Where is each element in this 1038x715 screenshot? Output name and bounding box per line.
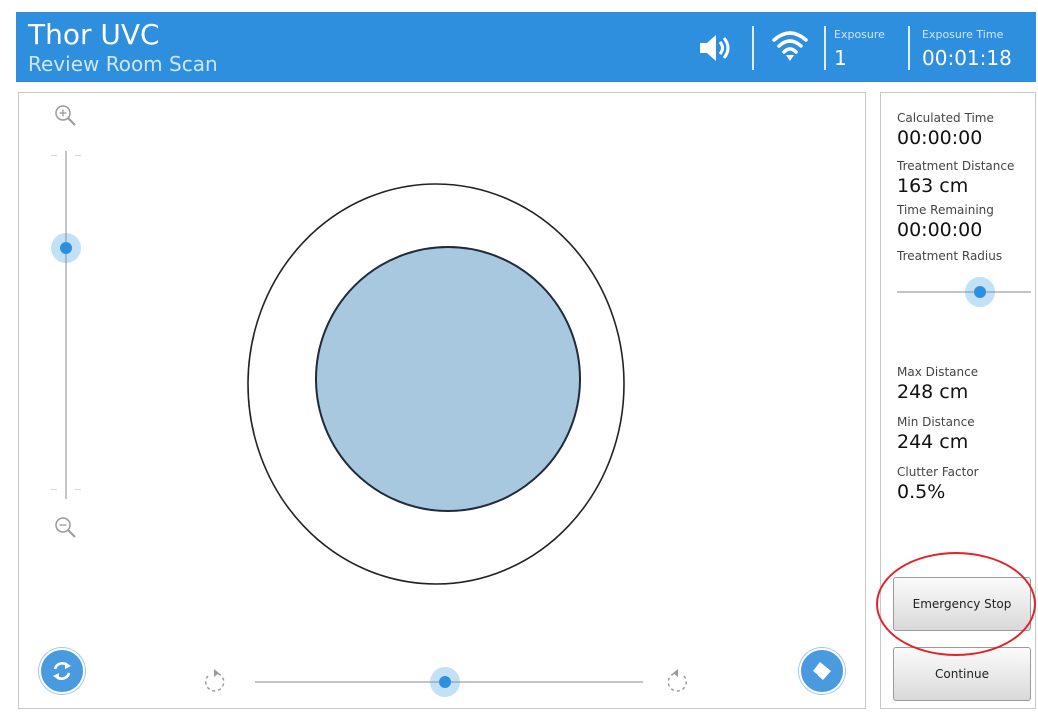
exposure-time-label: Exposure Time (922, 28, 1004, 41)
zoom-tick (51, 155, 57, 156)
exposure-time-value: 00:01:18 (922, 46, 1012, 70)
refresh-icon (53, 662, 71, 680)
zoom-tick (75, 155, 81, 156)
rotate-right-icon[interactable] (663, 667, 693, 697)
zoom-tick (51, 489, 57, 490)
header-divider (908, 26, 910, 70)
min-distance-label: Min Distance (897, 415, 975, 429)
time-remaining-label: Time Remaining (897, 203, 994, 217)
header-divider (824, 26, 826, 70)
treatment-distance-value: 163 cm (897, 175, 969, 197)
zoom-slider-thumb[interactable] (51, 233, 81, 264)
treatment-radius-slider-track[interactable] (897, 291, 1031, 293)
max-distance-value: 248 cm (897, 381, 969, 403)
time-remaining-value: 00:00:00 (897, 219, 983, 241)
page-subtitle: Review Room Scan (28, 52, 218, 76)
zoom-tick (75, 489, 81, 490)
header-bar: Thor UVC Review Room Scan Exposure 1 Exp… (16, 12, 1036, 82)
zoom-in-icon[interactable] (53, 103, 79, 129)
eraser-icon (813, 662, 831, 680)
exposure-value: 1 (834, 46, 847, 70)
clutter-factor-label: Clutter Factor (897, 465, 979, 479)
zoom-out-icon[interactable] (53, 515, 79, 541)
calculated-time-label: Calculated Time (897, 111, 994, 125)
app-title: Thor UVC (28, 18, 160, 51)
speaker-icon[interactable] (696, 30, 734, 66)
zoom-slider-track[interactable] (65, 151, 67, 499)
treatment-area (315, 246, 581, 512)
treatment-radius-slider-thumb[interactable] (965, 277, 996, 307)
eraser-button[interactable] (799, 648, 845, 694)
rotation-slider-thumb[interactable] (430, 667, 461, 697)
treatment-radius-label: Treatment Radius (897, 249, 1003, 263)
refresh-button[interactable] (39, 648, 85, 694)
exposure-label: Exposure (834, 28, 885, 41)
emergency-stop-button[interactable]: Emergency Stop (893, 577, 1031, 631)
rotate-left-icon[interactable] (199, 667, 229, 697)
room-scan-map (247, 183, 625, 585)
app-window: Thor UVC Review Room Scan Exposure 1 Exp… (0, 0, 1038, 715)
scan-info-panel: Calculated Time 00:00:00 Treatment Dista… (880, 92, 1036, 709)
wifi-icon (772, 31, 808, 61)
header-divider (752, 26, 754, 70)
min-distance-value: 244 cm (897, 431, 969, 453)
treatment-distance-label: Treatment Distance (897, 159, 1015, 173)
calculated-time-value: 00:00:00 (897, 127, 983, 149)
scan-view-panel (18, 92, 866, 709)
max-distance-label: Max Distance (897, 365, 979, 379)
clutter-factor-value: 0.5% (897, 481, 946, 503)
continue-button[interactable]: Continue (893, 647, 1031, 701)
